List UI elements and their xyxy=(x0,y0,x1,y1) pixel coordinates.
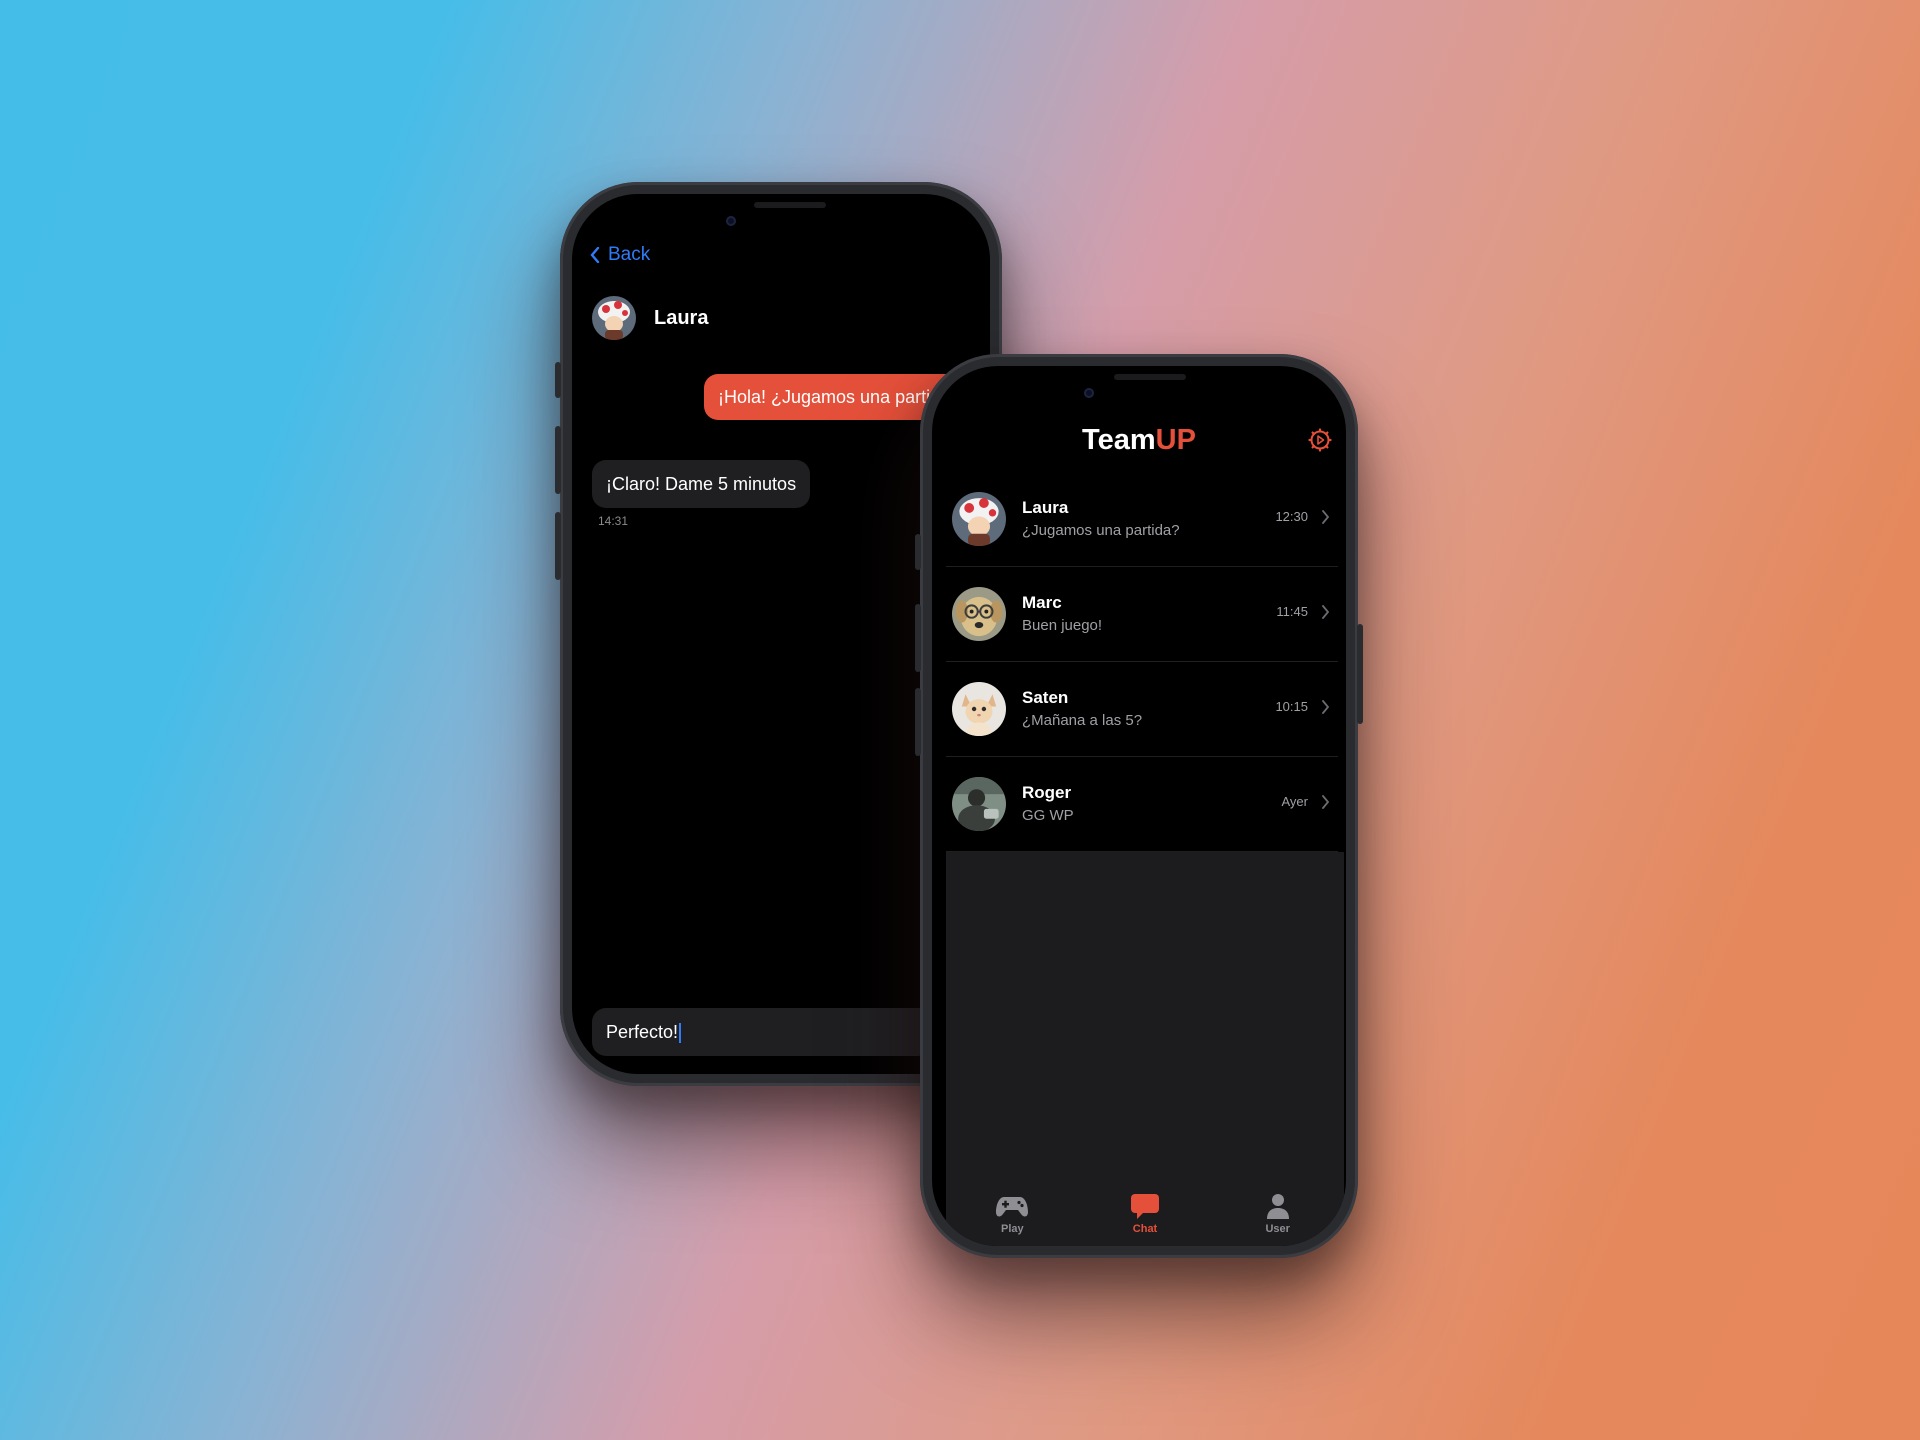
chevron-right-icon xyxy=(1322,510,1330,524)
chat-header: Laura xyxy=(592,296,708,340)
tab-user-label: User xyxy=(1265,1223,1290,1235)
user-icon xyxy=(1266,1194,1289,1219)
gamepad-icon xyxy=(996,1197,1029,1217)
back-button[interactable]: Back xyxy=(590,244,650,266)
earpiece-speaker xyxy=(754,202,826,208)
avatar xyxy=(952,492,1006,546)
volume-down-button xyxy=(555,512,561,580)
volume-up-button xyxy=(555,426,561,494)
message-timestamp: 14:31 xyxy=(598,514,629,528)
conversation-time: Ayer xyxy=(1281,794,1309,809)
tab-play[interactable]: Play xyxy=(946,1182,1079,1246)
chevron-left-icon xyxy=(590,247,600,263)
conversation-row-saten[interactable]: Saten ¿Mañana a las 5? 10:15 xyxy=(946,662,1338,757)
list-empty-area xyxy=(946,852,1344,1182)
avatar xyxy=(952,587,1006,641)
mushroom-avatar-icon xyxy=(952,492,1006,546)
contact-name: Laura xyxy=(654,306,709,329)
message-input-value: Perfecto! xyxy=(606,1022,679,1042)
conversation-name: Saten xyxy=(1022,688,1069,707)
app-title: TeamUP xyxy=(932,424,1346,457)
volume-up-button xyxy=(915,604,921,672)
front-camera xyxy=(1084,388,1094,398)
message-bubble-incoming: ¡Claro! Dame 5 minutos xyxy=(592,460,811,508)
dog-avatar-icon xyxy=(952,587,1006,641)
conversation-row-roger[interactable]: Roger GG WP Ayer xyxy=(946,757,1338,852)
tab-bar: Play Chat User xyxy=(946,1182,1344,1246)
conversation-time: 12:30 xyxy=(1275,509,1308,524)
conversation-name: Marc xyxy=(1022,593,1062,612)
chevron-right-icon xyxy=(1322,605,1330,619)
mushroom-avatar-icon xyxy=(592,296,636,340)
tab-play-label: Play xyxy=(1001,1223,1024,1235)
gear-icon[interactable] xyxy=(1308,428,1332,452)
avatar xyxy=(952,682,1006,736)
chat-list-screen: TeamUP Laura ¿Jugamos una partida? 12:30… xyxy=(932,366,1346,1246)
app-title-up: UP xyxy=(1155,424,1196,456)
conversation-time: 11:45 xyxy=(1276,604,1308,619)
phone-chat-list: TeamUP Laura ¿Jugamos una partida? 12:30… xyxy=(915,354,1363,1258)
app-title-team: Team xyxy=(1082,424,1156,456)
conversation-preview: Buen juego! xyxy=(1022,617,1103,634)
mute-switch xyxy=(555,362,561,398)
tab-chat-label: Chat xyxy=(1132,1223,1158,1235)
back-label: Back xyxy=(608,244,651,265)
contact-avatar[interactable] xyxy=(592,296,636,340)
dark-figure-avatar-icon xyxy=(952,777,1006,831)
kitten-avatar-icon xyxy=(952,682,1006,736)
conversation-list: Laura ¿Jugamos una partida? 12:30 Marc B… xyxy=(946,472,1338,852)
conversation-row-marc[interactable]: Marc Buen juego! 11:45 xyxy=(946,567,1338,662)
power-button xyxy=(1357,624,1363,724)
conversation-row-laura[interactable]: Laura ¿Jugamos una partida? 12:30 xyxy=(946,472,1338,567)
text-caret xyxy=(679,1023,682,1044)
avatar xyxy=(952,777,1006,831)
conversation-preview: ¿Mañana a las 5? xyxy=(1022,712,1143,729)
mute-switch xyxy=(915,534,921,570)
chevron-right-icon xyxy=(1322,700,1330,714)
volume-down-button xyxy=(915,688,921,756)
earpiece-speaker xyxy=(1114,374,1186,380)
conversation-name: Roger xyxy=(1022,783,1072,802)
conversation-name: Laura xyxy=(1022,498,1069,517)
tab-chat[interactable]: Chat xyxy=(1079,1182,1212,1246)
message-input[interactable]: Perfecto! xyxy=(592,1008,932,1056)
chevron-right-icon xyxy=(1322,795,1330,809)
front-camera xyxy=(726,216,736,226)
conversation-time: 10:15 xyxy=(1275,699,1308,714)
conversation-preview: ¿Jugamos una partida? xyxy=(1022,522,1180,539)
conversation-preview: GG WP xyxy=(1022,807,1074,824)
tab-user[interactable]: User xyxy=(1211,1182,1344,1246)
chat-bubble-icon xyxy=(1131,1194,1159,1219)
